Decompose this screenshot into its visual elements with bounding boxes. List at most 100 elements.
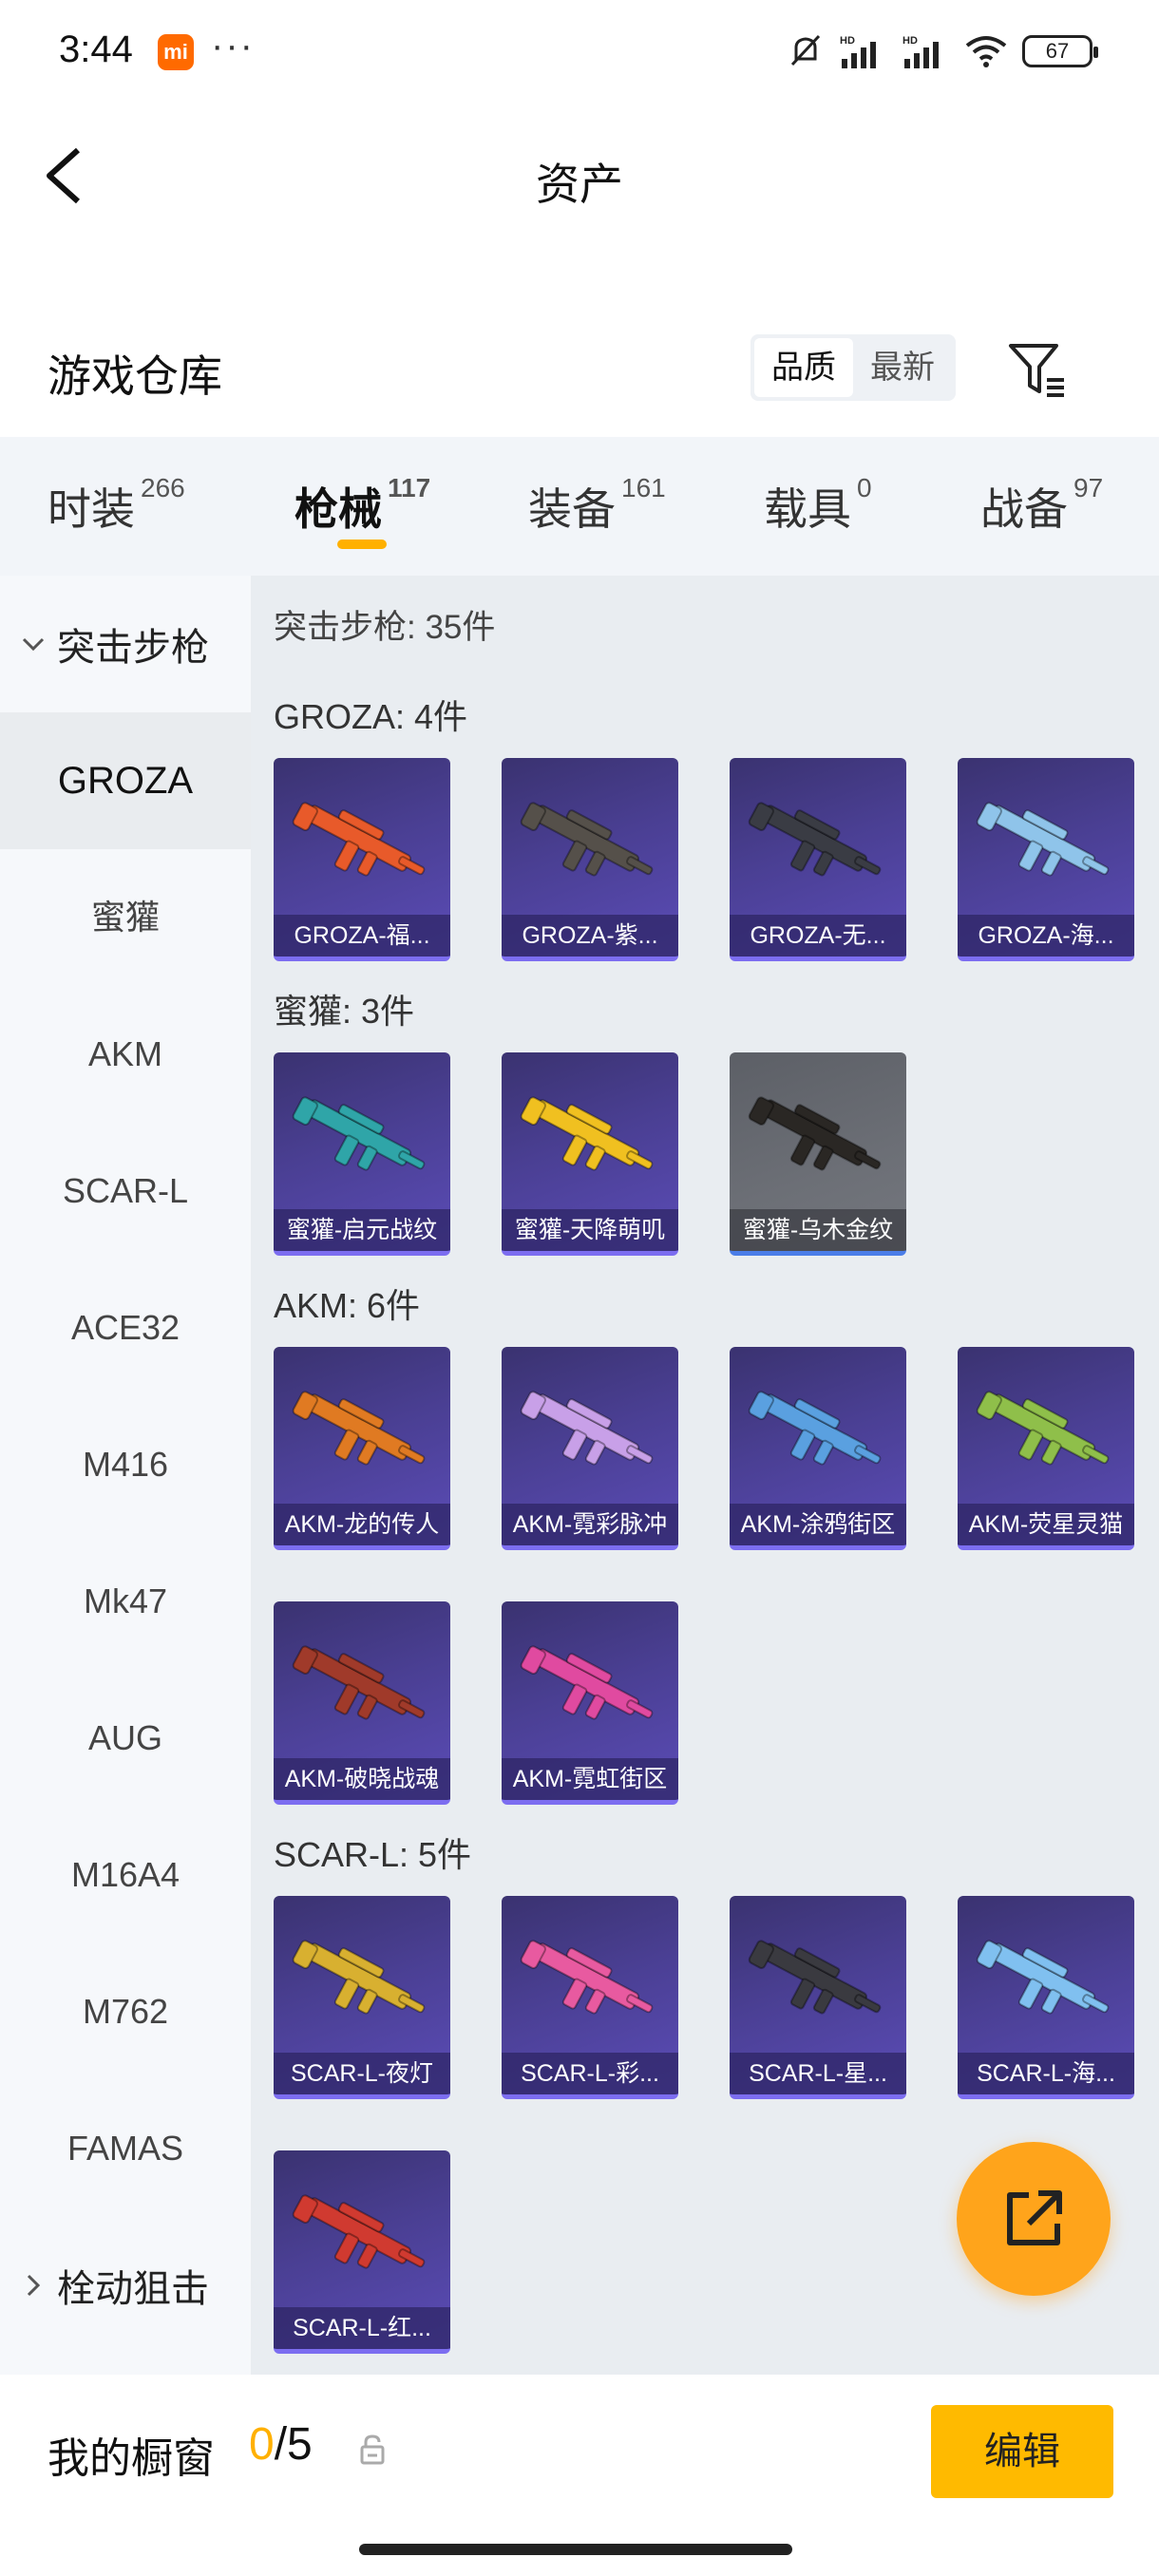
weapon-name: SCAR-L-海...	[958, 2053, 1134, 2094]
tab-vehicles[interactable]: 载具 0	[764, 473, 872, 538]
chevron-right-icon	[27, 2274, 41, 2297]
weapon-card[interactable]: AKM-荧星灵猫	[958, 1347, 1134, 1550]
weapon-image	[976, 1391, 1110, 1466]
weapon-image	[520, 1391, 654, 1466]
sidebar-item-ace32[interactable]: ACE32	[0, 1260, 251, 1396]
sort-quality-button[interactable]: 品质	[754, 338, 853, 397]
weapon-image	[748, 1391, 882, 1466]
tab-count: 97	[1074, 473, 1104, 502]
weapon-card[interactable]: 蜜獾-天降萌叽	[502, 1052, 678, 1256]
battery-icon: 67	[1022, 35, 1098, 67]
weapon-name: SCAR-L-红...	[274, 2307, 450, 2349]
edit-button[interactable]: 编辑	[931, 2405, 1113, 2498]
weapon-card[interactable]: AKM-涂鸦街区	[730, 1347, 906, 1550]
weapon-card[interactable]: GROZA-无...	[730, 758, 906, 961]
group-title: SCAR-L: 5件	[274, 1835, 472, 1874]
weapon-name: GROZA-无...	[730, 915, 906, 957]
mute-icon	[790, 34, 821, 66]
weapon-card[interactable]: 蜜獾-启元战纹	[274, 1052, 450, 1256]
sidebar-group-label: 突击步枪	[57, 627, 209, 669]
warehouse-title: 游戏仓库	[48, 351, 222, 401]
weapon-card[interactable]: GROZA-福...	[274, 758, 450, 961]
weapon-card[interactable]: 蜜獾-乌木金纹	[730, 1052, 906, 1256]
tab-label: 枪械	[294, 484, 382, 534]
wifi-icon	[965, 36, 1007, 67]
weapon-card[interactable]: GROZA-紫...	[502, 758, 678, 961]
tab-guns[interactable]: 枪械 117	[294, 473, 430, 538]
weapon-image	[520, 1940, 654, 2015]
weapon-image	[976, 802, 1110, 877]
weapon-name: SCAR-L-彩...	[502, 2053, 678, 2094]
weapon-name: 蜜獾-启元战纹	[274, 1209, 450, 1251]
weapon-name: GROZA-海...	[958, 915, 1134, 957]
showcase-label: 我的橱窗	[48, 2435, 215, 2482]
signal-icon-2: HD	[902, 35, 939, 68]
weapon-image	[292, 1096, 426, 1171]
share-icon	[1007, 2190, 1062, 2245]
weapon-name: AKM-涂鸦街区	[730, 1504, 906, 1545]
tab-count: 0	[857, 473, 872, 502]
weapon-card[interactable]: SCAR-L-彩...	[502, 1896, 678, 2099]
sort-newest-button[interactable]: 最新	[853, 338, 952, 397]
sidebar-group-bolt-snipers[interactable]: 栓动狙击	[0, 2217, 251, 2354]
sidebar-item-m416[interactable]: M416	[0, 1396, 251, 1533]
sidebar-item-aug[interactable]: AUG	[0, 1670, 251, 1807]
filter-icon[interactable]	[1007, 338, 1068, 399]
weapon-card[interactable]: AKM-霓彩脉冲	[502, 1347, 678, 1550]
weapon-image	[292, 2194, 426, 2269]
page-title: 资产	[536, 160, 623, 209]
tab-label: 时装	[48, 484, 135, 534]
tab-count: 161	[621, 473, 666, 502]
weapon-card[interactable]: SCAR-L-红...	[274, 2150, 450, 2354]
weapon-grid: 突击步枪: 35件 GROZA: 4件 GROZA-福... GROZA-紫..…	[251, 576, 1159, 2375]
sidebar-item-m16a4[interactable]: M16A4	[0, 1807, 251, 1943]
chevron-down-icon	[22, 637, 45, 652]
weapon-name: AKM-霓虹街区	[502, 1758, 678, 1800]
sidebar-item-groza[interactable]: GROZA	[0, 712, 251, 849]
weapon-name: 蜜獾-乌木金纹	[730, 1209, 906, 1251]
weapon-image	[292, 1391, 426, 1466]
tab-supplies[interactable]: 战备 97	[980, 473, 1104, 538]
sidebar-group-assault-rifles[interactable]: 突击步枪	[0, 576, 251, 712]
svg-text:HD: HD	[902, 35, 918, 47]
showcase-current: 0	[249, 2419, 275, 2470]
weapon-card[interactable]: SCAR-L-星...	[730, 1896, 906, 2099]
tab-label: 装备	[528, 484, 616, 534]
weapon-image	[748, 1096, 882, 1171]
sidebar-item-famas[interactable]: FAMAS	[0, 2080, 251, 2217]
weapon-name: AKM-荧星灵猫	[958, 1504, 1134, 1545]
weapon-name: SCAR-L-夜灯	[274, 2053, 450, 2094]
sidebar-item-scar-l[interactable]: SCAR-L	[0, 1123, 251, 1260]
weapon-image	[748, 802, 882, 877]
tab-fashion[interactable]: 时装 266	[48, 473, 185, 538]
home-indicator[interactable]	[359, 2544, 792, 2555]
weapon-card[interactable]: AKM-破晓战魂	[274, 1601, 450, 1805]
sidebar-item-mk47[interactable]: Mk47	[0, 1533, 251, 1670]
status-icons: HD HD 67	[787, 32, 1098, 70]
weapon-image	[292, 802, 426, 877]
group-title: GROZA: 4件	[274, 697, 468, 736]
weapon-image	[292, 1645, 426, 1720]
sidebar-item-m762[interactable]: M762	[0, 1943, 251, 2080]
tab-equipment[interactable]: 装备 161	[528, 473, 666, 538]
group-title: 蜜獾: 3件	[274, 992, 415, 1031]
weapon-card[interactable]: GROZA-海...	[958, 758, 1134, 961]
weapon-card[interactable]: AKM-霓虹街区	[502, 1601, 678, 1805]
sort-toggle: 品质 最新	[750, 334, 956, 401]
weapon-name: AKM-破晓战魂	[274, 1758, 450, 1800]
sidebar-item-honey-badger[interactable]: 蜜獾	[0, 849, 251, 986]
share-button[interactable]	[957, 2142, 1111, 2296]
tab-label: 载具	[764, 484, 851, 534]
weapon-card[interactable]: AKM-龙的传人	[274, 1347, 450, 1550]
weapon-image	[520, 1096, 654, 1171]
weapon-name: AKM-霓彩脉冲	[502, 1504, 678, 1545]
weapon-image	[748, 1940, 882, 2015]
weapon-card[interactable]: SCAR-L-海...	[958, 1896, 1134, 2099]
tab-count: 266	[141, 473, 185, 502]
sidebar-item-akm[interactable]: AKM	[0, 986, 251, 1123]
weapon-card[interactable]: SCAR-L-夜灯	[274, 1896, 450, 2099]
mi-app-icon: mi	[158, 34, 194, 70]
active-tab-indicator	[337, 540, 387, 549]
sidebar-group-label: 栓动狙击	[57, 2268, 209, 2310]
weapon-image	[292, 1940, 426, 2015]
